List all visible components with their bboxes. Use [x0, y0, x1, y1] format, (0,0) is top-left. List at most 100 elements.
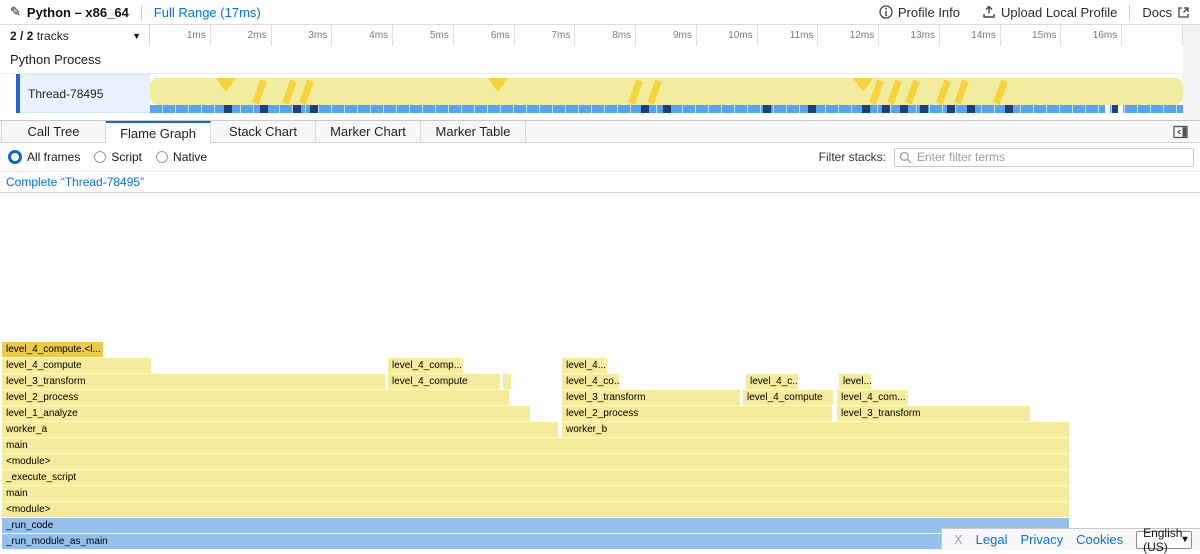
activity-marker-triangle: [853, 78, 873, 92]
full-range-link[interactable]: Full Range (17ms): [154, 5, 261, 20]
activity-marker-slash: [887, 80, 902, 105]
flame-toolbar: All frames Script Native Filter stacks:: [0, 143, 1200, 172]
track-row-python-process[interactable]: Python Process: [0, 46, 1200, 74]
flame-block[interactable]: level_4_compute: [743, 390, 833, 405]
divider: [1129, 5, 1130, 20]
flame-block[interactable]: level_4...: [562, 358, 607, 373]
breadcrumb: Complete “Thread-78495”: [0, 172, 1200, 193]
radio-selected-icon: [8, 150, 22, 164]
timeline-ruler[interactable]: 1ms2ms3ms4ms5ms6ms7ms8ms9ms10ms11ms12ms1…: [150, 25, 1183, 46]
flame-block[interactable]: worker_b: [562, 422, 1069, 437]
legal-footer: X Legal Privacy Cookies English (US) ▾: [941, 528, 1200, 550]
flame-block[interactable]: level_2_process: [562, 406, 832, 421]
flame-block[interactable]: level...: [839, 374, 871, 389]
flame-block[interactable]: level_4_compute: [2, 358, 151, 373]
thread-activity-track[interactable]: [150, 74, 1183, 113]
timeline-header: 2 / 2 tracks ▼ 1ms2ms3ms4ms5ms6ms7ms8ms9…: [0, 25, 1200, 46]
activity-marker-slash: [905, 80, 920, 105]
flame-block[interactable]: _run_module_as_main: [2, 534, 1069, 549]
profile-info-button[interactable]: Profile Info: [879, 5, 960, 20]
track-filler: [1183, 46, 1200, 120]
flame-block[interactable]: <module>: [2, 454, 1069, 469]
interval-dark-segment: [641, 105, 649, 113]
track-row-thread[interactable]: Thread-78495: [0, 74, 1200, 113]
ruler-tick: 11ms: [758, 25, 819, 46]
flame-block[interactable]: level_4_c...: [746, 374, 798, 389]
flame-block[interactable]: main: [2, 438, 1069, 453]
ruler-tick: 15ms: [1001, 25, 1062, 46]
interval-dark-segment: [260, 105, 268, 113]
footer-privacy-link[interactable]: Privacy: [1020, 532, 1063, 547]
filter-stacks-input[interactable]: [894, 148, 1194, 167]
breadcrumb-complete-thread[interactable]: Complete “Thread-78495”: [6, 175, 144, 189]
ruler-tick: 2ms: [211, 25, 272, 46]
interval-dark-segment: [808, 105, 816, 113]
thread-track-label[interactable]: Thread-78495: [20, 74, 150, 113]
interval-gap: [1105, 105, 1110, 113]
upload-profile-button[interactable]: Upload Local Profile: [982, 5, 1117, 20]
radio-script[interactable]: Script: [94, 150, 142, 164]
radio-all-frames[interactable]: All frames: [8, 150, 80, 164]
tab-flame-graph[interactable]: Flame Graph: [106, 121, 211, 144]
interval-dark-segment: [1005, 105, 1013, 113]
flame-graph-canvas[interactable]: level_4_compute.<l...level_4_computeleve…: [0, 193, 1200, 550]
activity-marker-slash: [252, 80, 267, 105]
ruler-tick: 4ms: [332, 25, 393, 46]
footer-cookies-link[interactable]: Cookies: [1076, 532, 1123, 547]
interval-dark-segment: [882, 105, 890, 113]
info-icon: [879, 5, 893, 19]
edit-pencil-icon[interactable]: ✎: [10, 4, 21, 20]
footer-legal-link[interactable]: Legal: [976, 532, 1008, 547]
process-track-label: Python Process: [10, 52, 101, 67]
ruler-tick: [1122, 25, 1183, 46]
flame-block[interactable]: level_2_process: [2, 390, 509, 405]
flame-block[interactable]: worker_a: [2, 422, 558, 437]
ruler-tick: 8ms: [575, 25, 636, 46]
tab-marker-chart[interactable]: Marker Chart: [316, 121, 421, 142]
chevron-down-icon: ▾: [1182, 534, 1187, 545]
flame-block[interactable]: [503, 374, 511, 389]
sidebar-toggle-button[interactable]: [1173, 121, 1188, 142]
flame-block[interactable]: _run_code: [2, 518, 1069, 533]
tab-call-tree[interactable]: Call Tree: [1, 121, 106, 142]
tracks-panel: Python Process Thread-78495: [0, 46, 1200, 121]
ruler-tick: 14ms: [940, 25, 1001, 46]
ruler-tick: 12ms: [818, 25, 879, 46]
activity-graph: [150, 78, 1183, 105]
search-icon: [899, 151, 912, 164]
language-select[interactable]: English (US) ▾: [1136, 531, 1192, 549]
flame-block[interactable]: level_4_co...: [562, 374, 619, 389]
flame-block[interactable]: level_1_analyze: [2, 406, 530, 421]
footer-x-link[interactable]: X: [954, 532, 963, 547]
sidebar-icon: [1173, 125, 1188, 139]
interval-dark-segment: [663, 105, 671, 113]
flame-block[interactable]: <module>: [2, 502, 1069, 517]
filter-stacks-label: Filter stacks:: [819, 150, 886, 164]
ruler-tick: 16ms: [1061, 25, 1122, 46]
activity-marker-slash: [628, 80, 643, 105]
flame-block[interactable]: level_4_com...: [837, 390, 908, 405]
flame-block[interactable]: main: [2, 486, 1069, 501]
ruler-tick: 5ms: [393, 25, 454, 46]
flame-block[interactable]: level_4_comp...: [388, 358, 463, 373]
external-link-icon: [1177, 6, 1190, 19]
flame-block[interactable]: level_3_transform: [2, 374, 385, 389]
profile-title: Python – x86_64: [27, 5, 129, 20]
tab-stack-chart[interactable]: Stack Chart: [211, 121, 316, 142]
radio-native[interactable]: Native: [156, 150, 207, 164]
radio-icon: [94, 151, 106, 163]
cpu-interval-strip: [150, 105, 1183, 113]
tab-marker-table[interactable]: Marker Table: [421, 121, 526, 142]
activity-marker-slash: [647, 80, 662, 105]
flame-block[interactable]: level_4_compute.<l...: [2, 342, 103, 357]
flame-block[interactable]: level_4_compute: [388, 374, 500, 389]
flame-block[interactable]: level_3_transform: [837, 406, 1030, 421]
flame-block[interactable]: _execute_script: [2, 470, 1069, 485]
ruler-filler: [1183, 25, 1200, 46]
tracks-dropdown-button[interactable]: 2 / 2 tracks ▼: [0, 25, 150, 46]
flame-block[interactable]: level_3_transform: [562, 390, 740, 405]
interval-dark-segment: [947, 105, 955, 113]
ruler-tick: 9ms: [636, 25, 697, 46]
docs-link[interactable]: Docs: [1142, 5, 1190, 20]
ruler-tick: 10ms: [697, 25, 758, 46]
